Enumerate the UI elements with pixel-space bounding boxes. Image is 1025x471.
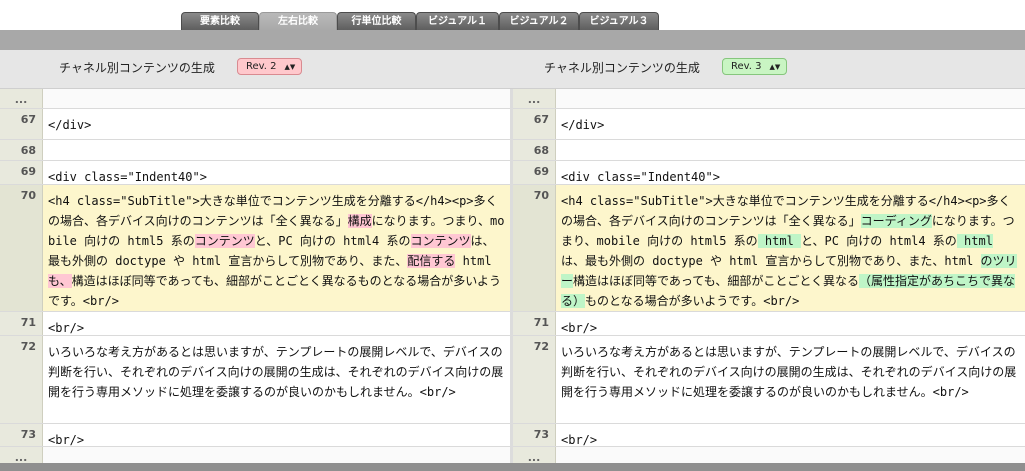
code-line-68: 68 (0, 140, 510, 161)
code-line-72: 72 いろいろな考え方があるとは思いますが、テンプレートの展開レベルで、デバイスの… (513, 336, 1025, 424)
code-cell (556, 89, 1025, 108)
select-arrows-icon: ▲▼ (769, 63, 781, 71)
line-number: 69 (513, 161, 556, 184)
code-text: <div class="Indent40"> (561, 170, 720, 184)
code-text: <br/> (561, 321, 598, 335)
left-document-title: チャネル別コンテンツの生成 (59, 61, 215, 75)
line-number: 69 (0, 161, 43, 184)
code-line-67: 67 </div> (513, 109, 1025, 140)
code-text: <br/> (561, 433, 598, 447)
line-number: 67 (0, 109, 43, 139)
tab-strip (0, 30, 1025, 50)
tab-bar: 要素比較 左右比較 行単位比較 ビジュアル１ ビジュアル２ ビジュアル３ (0, 0, 1025, 31)
code-segment: html (455, 254, 492, 268)
left-revision-value: Rev. 2 (246, 61, 277, 72)
collapsed-lines-top[interactable]: ... (0, 89, 510, 109)
line-number: 68 (0, 140, 43, 160)
tab-line-compare[interactable]: 行単位比較 (337, 12, 416, 30)
deleted-text: コンテンツ (194, 234, 255, 248)
right-revision-value: Rev. 3 (731, 61, 762, 72)
code-text: いろいろな考え方があるとは思いますが、テンプレートの展開レベルで、デバイスの判断… (561, 345, 1017, 399)
line-number: 72 (513, 336, 556, 423)
code-line-71: 71 <br/> (0, 312, 510, 336)
left-revision-select[interactable]: Rev. 2 ▲▼ (237, 58, 303, 75)
line-number: 72 (0, 336, 43, 423)
code-line-69: 69 <div class="Indent40"> (513, 161, 1025, 185)
code-text: <h4 class="SubTitle">大きな単位でコンテンツ生成を分離する<… (556, 185, 1025, 311)
code-line-67: 67 </div> (0, 109, 510, 140)
bottom-bar (0, 463, 1025, 471)
line-number: 71 (0, 312, 43, 335)
tab-visual-2[interactable]: ビジュアル２ (499, 12, 579, 30)
line-gutter: ... (513, 89, 556, 108)
compare-header: チャネル別コンテンツの生成 Rev. 2 ▲▼ チャネル別コンテンツの生成 Rev… (0, 50, 1025, 89)
deleted-text: 構成 (347, 214, 372, 228)
line-number: 70 (0, 185, 43, 311)
code-line-73: 73 <br/> (513, 424, 1025, 447)
inserted-text: コーディング (860, 214, 932, 228)
code-text: <div class="Indent40"> (48, 170, 207, 184)
deleted-text: も、 (48, 274, 72, 288)
code-line-68: 68 (513, 140, 1025, 161)
tab-visual-3[interactable]: ビジュアル３ (579, 12, 659, 30)
code-line-70-changed: 70 <h4 class="SubTitle">大きな単位でコンテンツ生成を分離… (0, 185, 510, 312)
code-text: いろいろな考え方があるとは思いますが、テンプレートの展開レベルで、デバイスの判断… (48, 345, 504, 399)
code-line-70-changed: 70 <h4 class="SubTitle">大きな単位でコンテンツ生成を分離… (513, 185, 1025, 312)
line-number: 68 (513, 140, 556, 160)
deleted-text: コンテンツ (410, 234, 471, 248)
inserted-text: html (757, 234, 802, 248)
inserted-text: html (956, 234, 993, 248)
code-segment: 構造はほぼ同等であっても、細部がことごとく異なるものとなる場合が多いようです。<… (48, 274, 502, 308)
tab-side-by-side[interactable]: 左右比較 (259, 12, 337, 31)
code-text: <br/> (48, 433, 85, 447)
code-text: </div> (561, 118, 605, 132)
right-diff-pane: ... 67 </div> 68 69 <div class="Indent40">… (513, 89, 1025, 471)
code-line-69: 69 <div class="Indent40"> (0, 161, 510, 185)
code-text: <h4 class="SubTitle">大きな単位でコンテンツ生成を分離する<… (43, 185, 510, 311)
code-segment: は、最も外側の doctype や html 宣言からして別物であり、また、ht… (561, 254, 981, 268)
code-text: </div> (48, 118, 92, 132)
code-line-72: 72 いろいろな考え方があるとは思いますが、テンプレートの展開レベルで、デバイスの… (0, 336, 510, 424)
line-number: 67 (513, 109, 556, 139)
deleted-text: 配信する (407, 254, 456, 268)
line-number: 73 (0, 424, 43, 446)
code-segment: ものとなる場合が多いようです。<br/> (585, 294, 800, 308)
code-line-71: 71 <br/> (513, 312, 1025, 336)
line-number: 70 (513, 185, 556, 311)
line-number: 71 (513, 312, 556, 335)
code-cell (43, 89, 510, 108)
tab-visual-1[interactable]: ビジュアル１ (416, 12, 499, 30)
code-line-73: 73 <br/> (0, 424, 510, 447)
collapsed-lines-top[interactable]: ... (513, 89, 1025, 109)
code-segment: と、PC 向けの html4 系の (801, 234, 957, 248)
tab-element-compare[interactable]: 要素比較 (181, 12, 259, 30)
select-arrows-icon: ▲▼ (284, 63, 296, 71)
left-diff-pane: ... 67 </div> 68 69 <div class="Indent40">… (0, 89, 510, 471)
code-segment: 構造はほぼ同等であっても、細部がことごとく異なる (573, 274, 859, 288)
right-document-title: チャネル別コンテンツの生成 (544, 61, 700, 75)
line-gutter: ... (0, 89, 43, 108)
code-text: <br/> (48, 321, 85, 335)
line-number: 73 (513, 424, 556, 446)
code-segment: と、PC 向けの html4 系の (254, 234, 411, 248)
right-revision-select[interactable]: Rev. 3 ▲▼ (722, 58, 788, 75)
